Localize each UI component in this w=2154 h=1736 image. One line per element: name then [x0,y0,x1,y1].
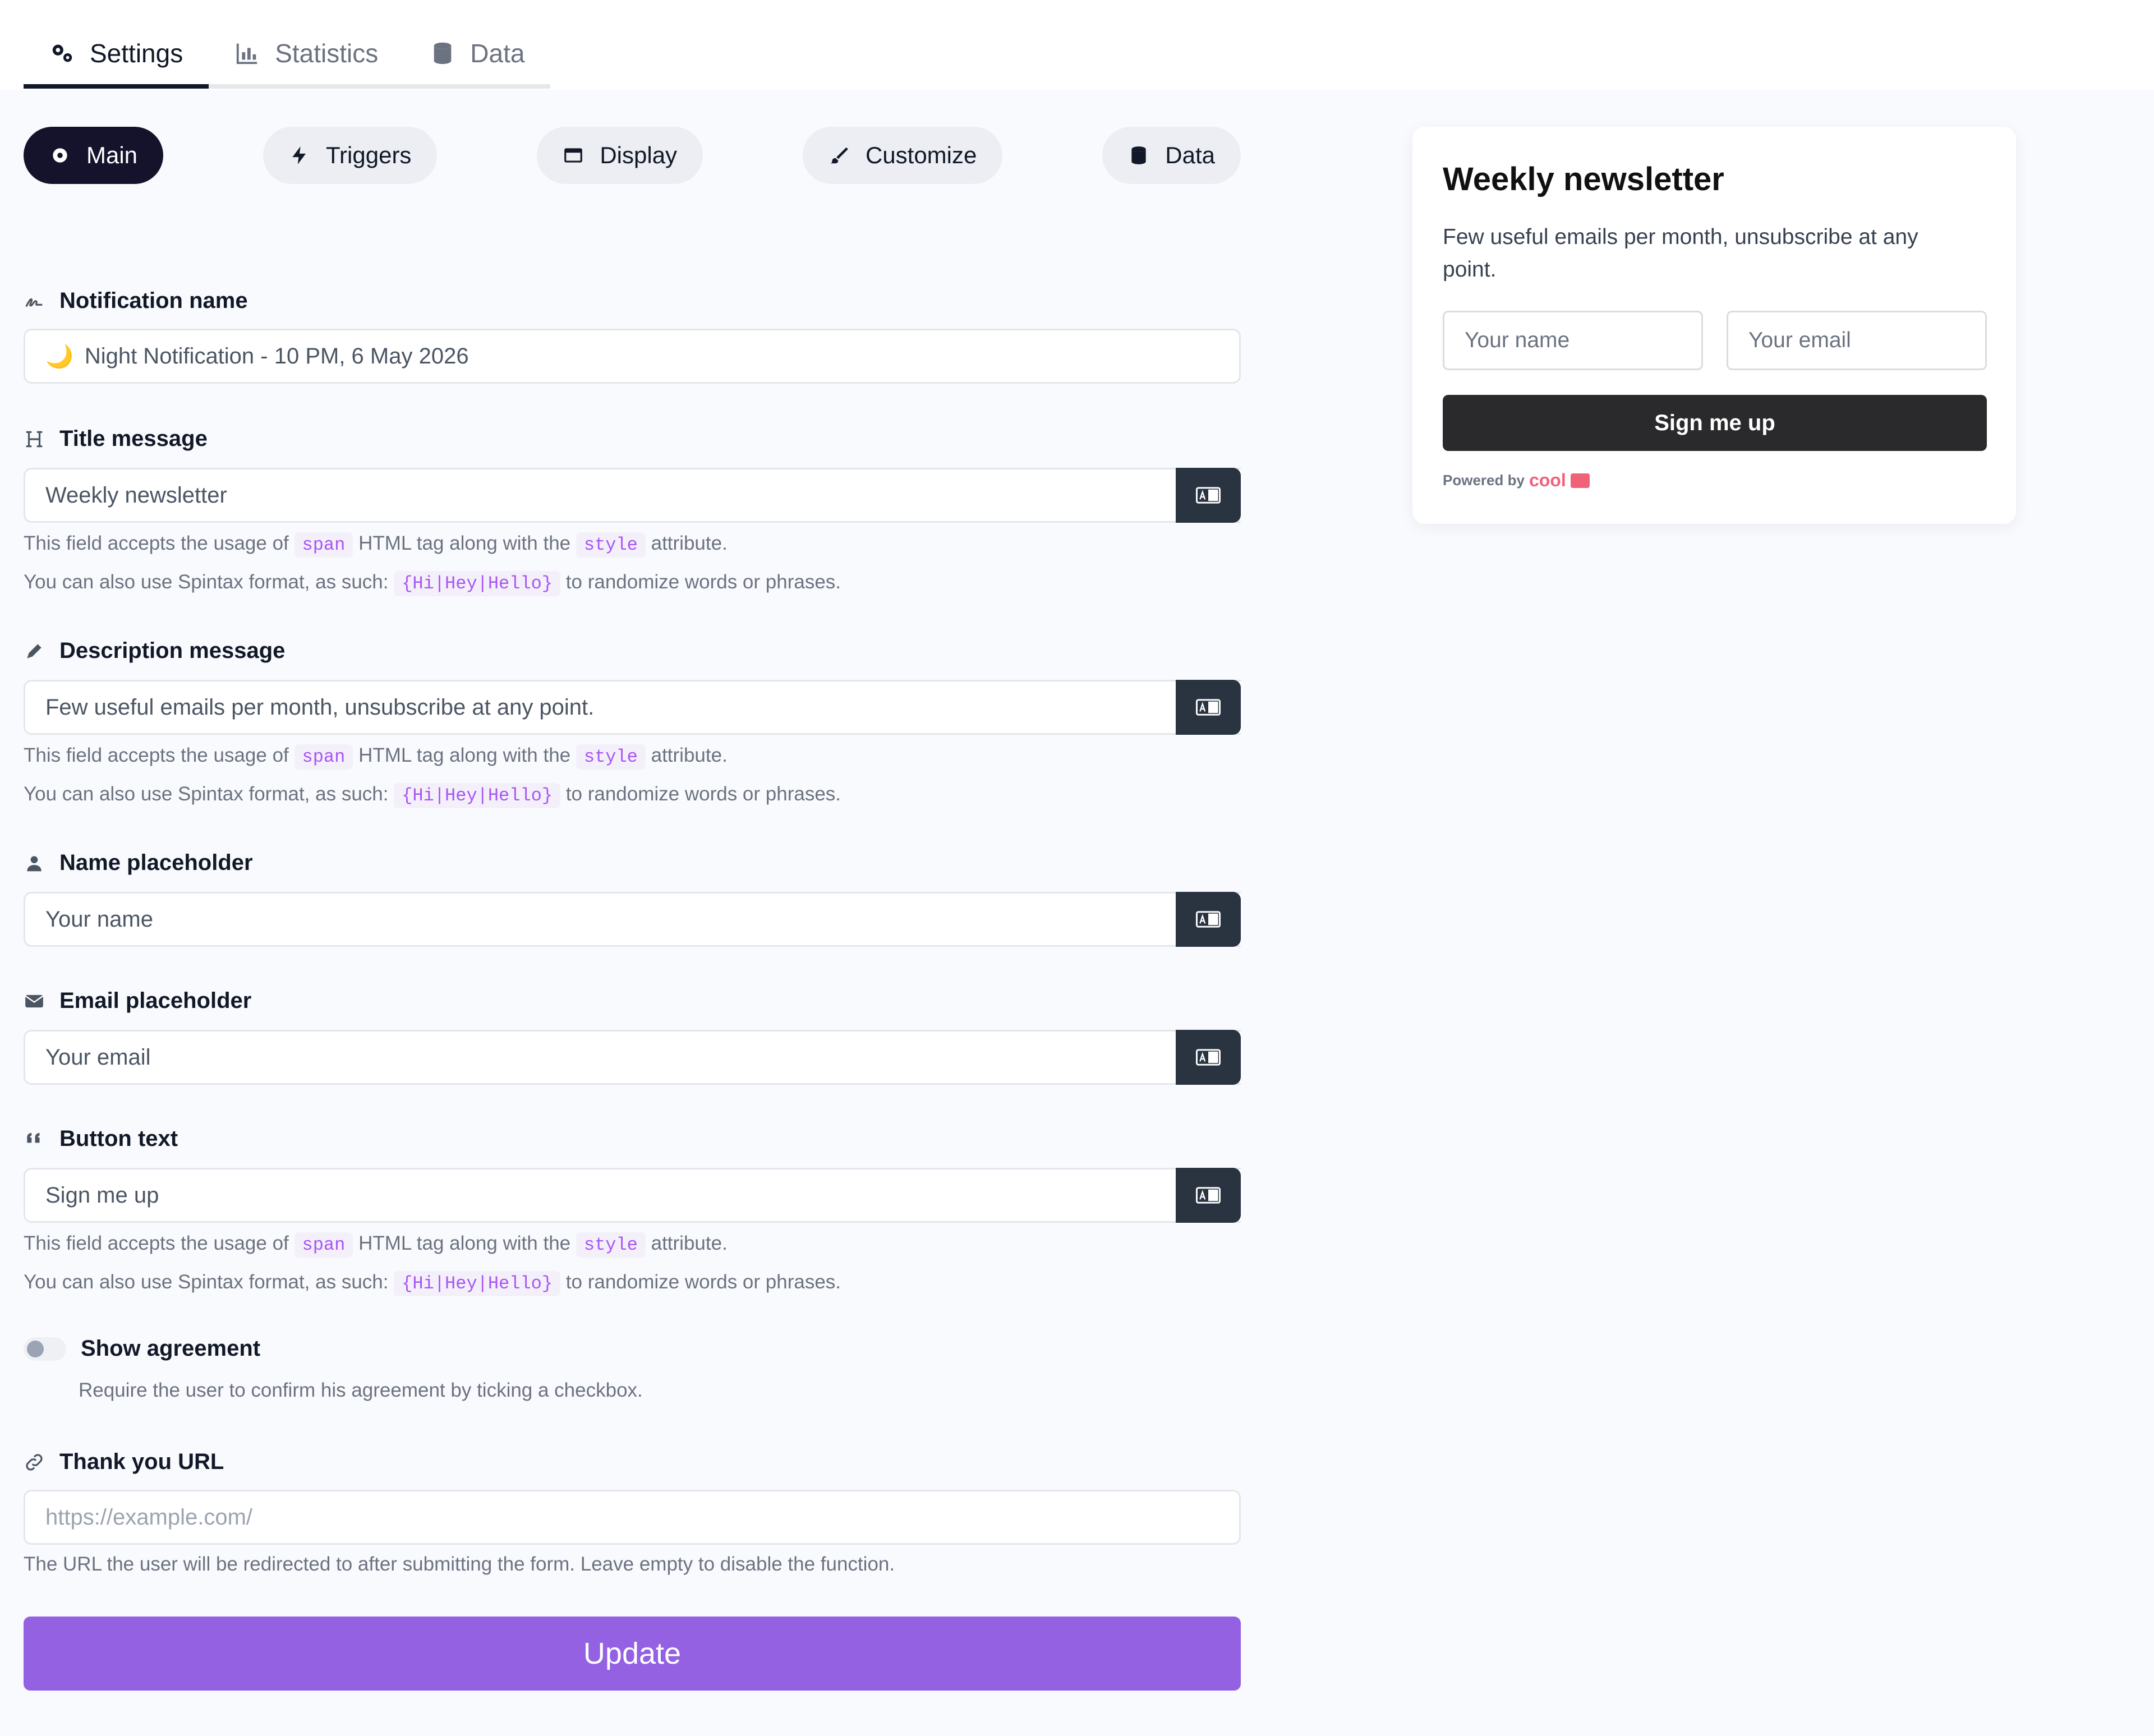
gear-icon [53,148,67,163]
chart-icon [237,43,257,65]
preview-description: Few useful emails per month, unsubscribe… [1443,225,1918,282]
preview-signup-button[interactable]: Sign me up [1443,395,1987,451]
label-text: Name placeholder [59,850,253,875]
top-bar: Settings Statistics Data [0,0,2154,90]
email-placeholder-input[interactable]: Your email [24,1030,1241,1085]
translate-button[interactable] [1176,892,1241,947]
button-text-label: Button text [24,1126,178,1152]
translate-icon [1196,1049,1221,1066]
description-message-label: Description message [24,638,285,664]
tab-label: Data [470,39,525,68]
database-icon [434,42,452,65]
pill-label: Data [1165,142,1215,168]
brand-flag-icon [1570,473,1590,488]
pill-display[interactable]: Display [537,127,703,184]
pill-label: Triggers [325,142,412,168]
input-value: Few useful emails per month, unsubscribe… [45,694,595,720]
label-text: Title message [59,426,208,451]
translate-icon [1196,487,1221,504]
preview-email-input[interactable]: Your email [1727,311,1987,370]
notification-name-input[interactable]: 🌙 Night Notification - 10 PM, 6 May 2026 [24,329,1241,384]
preview-title: Weekly newsletter [1443,161,1724,197]
paintbrush-icon [830,147,848,164]
pill-label: Main [86,142,138,168]
pill-label: Display [600,142,678,168]
window-icon [564,148,583,163]
button-text-input[interactable]: Sign me up [24,1168,1241,1223]
email-placeholder-label: Email placeholder [24,988,251,1014]
thank-you-url-field[interactable] [45,1504,1239,1530]
tab-settings[interactable]: Settings [24,22,209,89]
label-text: Thank you URL [59,1449,224,1474]
pill-data[interactable]: Data [1102,127,1241,184]
moon-icon: 🌙 [45,344,73,369]
signature-icon [25,298,43,307]
show-agreement-label: Show agreement [81,1336,261,1361]
translate-button[interactable] [1176,1030,1241,1085]
translate-button[interactable] [1176,1168,1241,1223]
section-pills: Main Triggers Display Customize Data [24,127,1241,184]
show-agreement-toggle[interactable] [24,1337,66,1361]
bolt-icon [292,146,306,164]
show-agreement-row: Show agreement [24,1336,260,1361]
pill-triggers[interactable]: Triggers [263,127,438,184]
translate-button[interactable] [1176,468,1241,523]
heading-icon [26,431,43,447]
label-text: Button text [59,1126,178,1151]
tab-label: Settings [90,39,183,68]
button-text-help: This field accepts the usage of span HTM… [24,1225,841,1302]
preview-name-input[interactable]: Your name [1443,311,1703,370]
notification-name-label: Notification name [24,288,248,314]
label-text: Notification name [59,288,248,313]
title-help: This field accepts the usage of span HTM… [24,525,841,602]
label-text: Description message [59,638,286,663]
show-agreement-help: Require the user to confirm his agreemen… [79,1379,643,1401]
user-icon [27,855,42,871]
pill-label: Customize [865,142,977,168]
gears-icon [52,44,72,62]
name-placeholder-input[interactable]: Your name [24,892,1241,947]
pencil-icon [27,643,42,659]
input-value: Weekly newsletter [45,482,227,508]
input-value: Your name [45,906,153,932]
description-help: This field accepts the usage of span HTM… [24,737,841,814]
translate-icon [1196,699,1221,716]
thank-you-url-help: The URL the user will be redirected to a… [24,1553,895,1575]
pill-customize[interactable]: Customize [802,127,1003,184]
thank-you-url-input[interactable] [24,1490,1241,1545]
preview-name-placeholder: Your name [1465,328,1570,352]
powered-by[interactable]: Powered by cool [1443,470,1590,491]
description-message-input[interactable]: Few useful emails per month, unsubscribe… [24,680,1241,735]
database-icon [1131,146,1146,164]
preview-email-placeholder: Your email [1748,328,1851,352]
update-button[interactable]: Update [24,1617,1241,1691]
thank-you-url-label: Thank you URL [24,1449,224,1475]
title-message-input[interactable]: Weekly newsletter [24,468,1241,523]
input-value: Night Notification - 10 PM, 6 May 2026 [84,343,469,369]
brand-logo: cool [1529,470,1566,490]
title-message-label: Title message [24,426,208,452]
label-text: Email placeholder [59,988,252,1013]
translate-icon [1196,911,1221,928]
translate-icon [1196,1187,1221,1204]
top-tabs: Settings Statistics Data [24,22,551,89]
translate-button[interactable] [1176,680,1241,735]
link-icon [26,1453,43,1471]
quote-icon [27,1132,40,1143]
powered-by-text: Powered by [1443,472,1525,489]
tab-statistics[interactable]: Statistics [209,22,404,84]
tab-data[interactable]: Data [404,22,550,84]
input-value: Sign me up [45,1182,159,1208]
input-value: Your email [45,1044,151,1070]
tab-label: Statistics [275,39,379,68]
envelope-icon [25,994,44,1007]
name-placeholder-label: Name placeholder [24,850,253,876]
newsletter-preview-card: Weekly newsletter Few useful emails per … [1412,127,2016,524]
pill-main[interactable]: Main [24,127,164,184]
